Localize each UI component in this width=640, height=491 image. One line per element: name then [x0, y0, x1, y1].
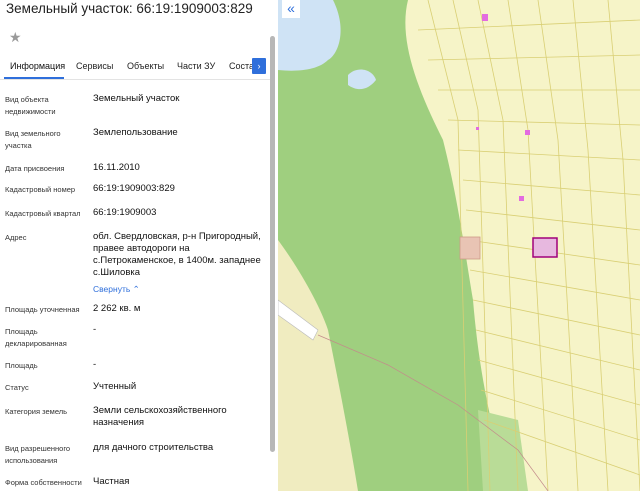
collapse-link-label: Свернуть: [93, 284, 131, 294]
panel-scrollbar[interactable]: [270, 36, 275, 452]
selected-plot[interactable]: [532, 237, 558, 258]
plot-marker: [482, 14, 488, 21]
label-area-specified: Площадь уточненная: [5, 305, 80, 314]
plot-marker: [525, 130, 530, 135]
value-object-type: Земельный участок: [93, 93, 180, 104]
value-address: обл. Свердловская, р-н Пригородный, прав…: [93, 231, 261, 278]
label-cadastral-number: Кадастровый номер: [5, 185, 76, 194]
value-area-declared: -: [93, 324, 97, 335]
plot-highlight: [459, 236, 481, 260]
chevron-up-icon: ⌃: [132, 284, 140, 294]
label-assign-date: Дата присвоения: [5, 164, 65, 173]
value-status: Учтенный: [93, 381, 137, 392]
label-area-declared: Площадь декларированная: [5, 327, 67, 348]
collapse-address-link[interactable]: Свернуть ⌃: [93, 283, 263, 295]
tab-objects[interactable]: Объекты: [127, 61, 164, 71]
label-cadastral-block: Кадастровый квартал: [5, 209, 81, 218]
label-object-type: Вид объекта недвижимости: [5, 95, 56, 116]
label-permitted-use: Вид разрешенного использования: [5, 444, 71, 465]
value-permitted-use: для дачного строительства: [93, 442, 214, 453]
tabs-next-button[interactable]: ›: [252, 58, 266, 74]
tab-services[interactable]: Сервисы: [76, 61, 113, 71]
label-land-category: Категория земель: [5, 407, 68, 416]
label-land-type: Вид земельного участка: [5, 129, 61, 150]
active-tab-indicator: [4, 77, 64, 79]
plot-marker: [519, 196, 524, 201]
cadastral-map[interactable]: [278, 0, 640, 491]
tab-composition[interactable]: Соста: [229, 61, 254, 71]
tab-bar: Информация Сервисы Объекты Части ЗУ Сост…: [0, 57, 272, 80]
value-area: -: [93, 359, 97, 370]
tab-info[interactable]: Информация: [10, 61, 65, 71]
value-ownership: Частная: [93, 476, 130, 487]
info-panel: Земельный участок: 66:19:1909003:829 ★ И…: [0, 0, 278, 491]
value-cadastral-number: 66:19:1909003:829: [93, 183, 175, 194]
value-assign-date: 16.11.2010: [93, 162, 140, 173]
label-area: Площадь: [5, 361, 38, 370]
collapse-panel-button[interactable]: «: [282, 0, 300, 18]
star-icon[interactable]: ★: [9, 29, 22, 45]
map-canvas: [278, 0, 640, 491]
label-ownership: Форма собственности: [5, 478, 82, 487]
value-land-type: Землепользование: [93, 127, 178, 138]
value-land-category: Земли сельскохозяйственного назначения: [93, 405, 227, 428]
page-title: Земельный участок: 66:19:1909003:829: [6, 1, 253, 16]
value-area-specified: 2 262 кв. м: [93, 303, 141, 314]
label-status: Статус: [5, 383, 29, 392]
label-address: Адрес: [5, 233, 27, 242]
plot-marker: [476, 127, 479, 130]
tab-parts[interactable]: Части ЗУ: [177, 61, 215, 71]
value-cadastral-block: 66:19:1909003: [93, 207, 157, 218]
